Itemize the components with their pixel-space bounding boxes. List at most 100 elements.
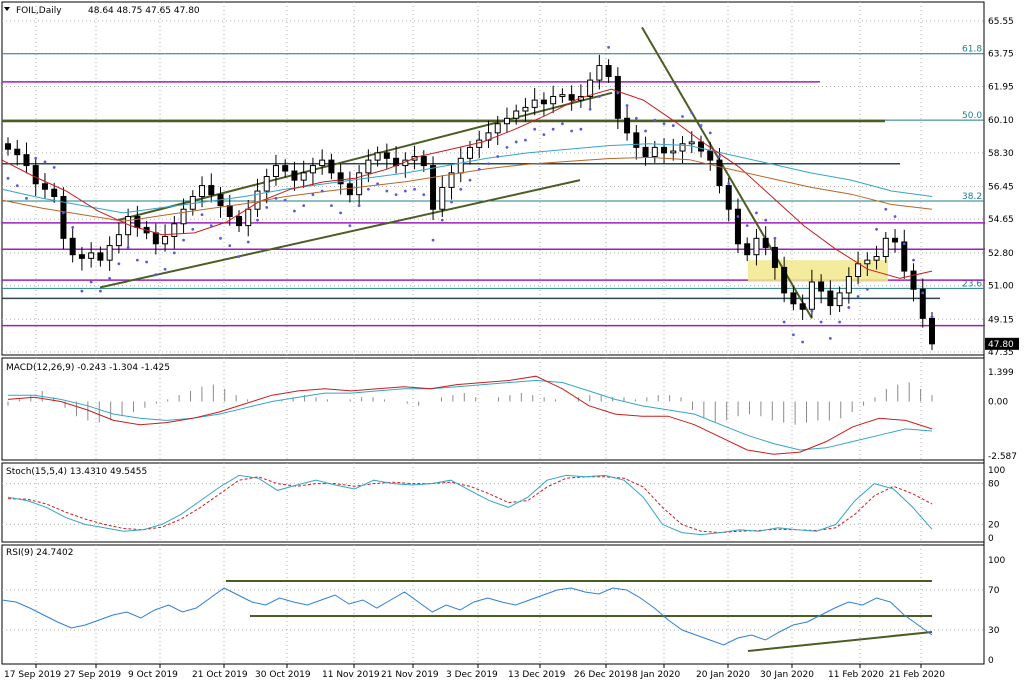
sar-dot <box>579 127 583 131</box>
candle-body <box>208 185 215 196</box>
sar-dot <box>459 187 463 191</box>
candle-body <box>771 246 778 268</box>
candle-body <box>282 165 289 172</box>
candle-body <box>328 159 335 174</box>
sar-dot <box>339 211 343 215</box>
sar-dot <box>921 291 925 295</box>
chart-canvas[interactable]: 61.850.038.223.6 65.5563.7561.9560.1058.… <box>0 0 1024 683</box>
candle-body <box>901 241 908 272</box>
sar-dot <box>893 215 897 218</box>
sar-dot <box>431 238 435 242</box>
candle-body <box>476 139 483 148</box>
sar-dot <box>145 260 149 264</box>
sar-dot <box>764 218 768 222</box>
candle-body <box>365 159 372 174</box>
sar-dot <box>440 218 444 222</box>
macd-panel[interactable] <box>7 375 933 455</box>
date-tick-label: 8 Jan 2020 <box>632 670 680 680</box>
sar-dot <box>320 189 324 193</box>
candle-body <box>134 216 141 228</box>
sar-dot <box>62 211 65 215</box>
price-panel[interactable]: 61.850.038.223.6 <box>1 26 985 351</box>
macd-tick-label: -2.587 <box>988 452 1017 462</box>
candle-body <box>513 110 520 119</box>
sar-dot <box>616 91 620 95</box>
date-tick-label: 11 Nov 2019 <box>322 670 380 680</box>
sar-dot <box>792 333 795 337</box>
date-tick-label: 21 Nov 2019 <box>381 670 439 680</box>
macd-tick-label: 1.399 <box>988 368 1014 378</box>
sar-dot <box>487 162 490 166</box>
candle-body <box>115 234 122 247</box>
sar-dot <box>828 336 832 340</box>
price-tick-label: 58.30 <box>988 149 1014 159</box>
sar-dot <box>348 224 352 228</box>
candle-body <box>670 150 677 154</box>
candle-body <box>494 123 501 134</box>
sar-dot <box>52 166 56 169</box>
sar-dot <box>865 287 869 291</box>
sar-dot <box>283 198 287 202</box>
sar-dot <box>477 167 481 171</box>
stoch-tick-label: 100 <box>988 466 1005 476</box>
stoch-panel[interactable] <box>2 474 984 536</box>
candle-body <box>503 117 510 125</box>
candle-body <box>929 317 935 345</box>
sar-dot <box>838 320 841 324</box>
price-tick-label: 63.75 <box>988 50 1014 60</box>
sar-dot <box>542 133 546 137</box>
candle-body <box>688 141 695 145</box>
sar-dot <box>736 215 740 218</box>
candle-body <box>651 146 658 157</box>
sar-dot <box>727 182 731 186</box>
rsi-panel[interactable] <box>1 580 984 652</box>
date-tick-label: 30 Jan 2020 <box>760 670 814 680</box>
stoch-tick-label: 20 <box>988 520 1000 530</box>
rsi-tick-label: 70 <box>988 586 1000 596</box>
candle-body <box>808 281 815 310</box>
candle-body <box>587 79 594 97</box>
candle-body <box>522 106 529 112</box>
sar-dot <box>662 122 666 126</box>
macd-label: MACD(12,26,9) -0.243 -1.304 -1.425 <box>6 363 170 373</box>
sar-dot <box>265 206 269 209</box>
sar-dot <box>514 140 518 144</box>
macd-tick-label: 0.00 <box>988 397 1008 407</box>
sar-dot <box>15 184 19 187</box>
stoch-label: Stoch(15,5,4) 13.4310 49.5455 <box>6 467 147 477</box>
candle-body <box>467 146 473 159</box>
sar-dot <box>302 204 306 207</box>
candle-body <box>14 148 21 156</box>
candle-body <box>430 165 437 210</box>
candle-body <box>531 99 538 108</box>
candle-body <box>633 132 640 148</box>
sar-dot <box>708 131 712 135</box>
price-tick-label: 52.80 <box>988 249 1014 259</box>
sar-dot <box>25 196 28 200</box>
candle-body <box>550 95 557 105</box>
price-tick-label: 56.45 <box>988 183 1014 193</box>
sar-dot <box>597 95 601 98</box>
candle-body <box>23 154 30 167</box>
sar-dot <box>311 193 315 197</box>
candle-body <box>51 188 58 198</box>
rsi-trendline <box>747 631 933 652</box>
current-price-label: 47.80 <box>988 340 1014 350</box>
candle-body <box>319 159 326 167</box>
stoch-main-line <box>7 474 933 536</box>
rsi-label: RSI(9) 24.7402 <box>6 548 73 558</box>
sar-dot <box>561 122 564 126</box>
sar-dot <box>43 160 47 164</box>
sar-dot <box>875 227 878 231</box>
sar-dot <box>209 224 213 228</box>
candle-body <box>272 165 279 177</box>
sar-dot <box>366 187 370 191</box>
sar-dot <box>163 267 167 271</box>
candle-body <box>827 290 834 307</box>
sar-dot <box>135 258 139 262</box>
candle-body <box>836 292 843 307</box>
sar-dot <box>644 129 647 133</box>
candle-body <box>744 243 751 256</box>
stoch-tick-label: 80 <box>988 480 1000 490</box>
sar-dot <box>819 320 823 324</box>
